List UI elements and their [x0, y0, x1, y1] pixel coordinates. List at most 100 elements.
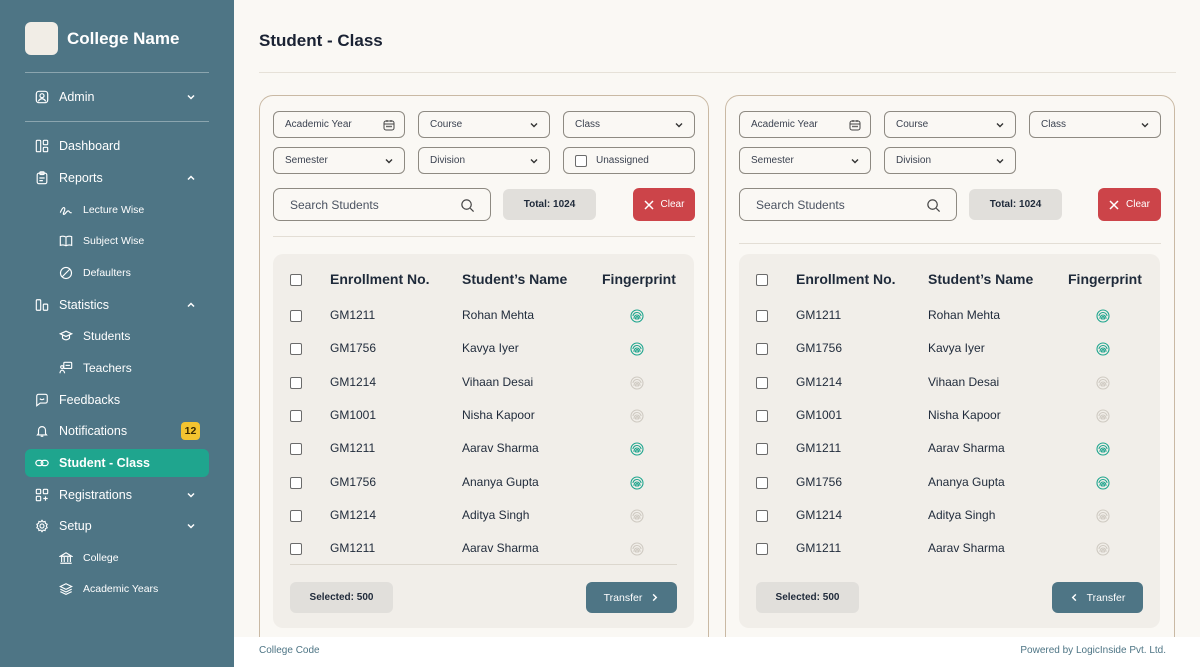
sidebar-item-college[interactable]: College: [25, 544, 209, 572]
course-label: Course: [430, 119, 463, 130]
sidebar-item-feedbacks[interactable]: Feedbacks: [25, 386, 209, 414]
clear-button[interactable]: Clear: [633, 188, 695, 221]
dashboard-icon: [35, 139, 49, 153]
unassigned-toggle[interactable]: Unassigned: [563, 147, 695, 174]
fingerprint-icon: [630, 542, 644, 556]
college-name: College Name: [67, 28, 180, 48]
academic-year-label: Academic Year: [285, 119, 352, 130]
row-checkbox[interactable]: [756, 343, 768, 356]
sidebar-item-label: Teachers: [83, 361, 132, 375]
transfer-left-button[interactable]: Transfer: [1052, 582, 1143, 613]
admin-menu[interactable]: Admin: [25, 83, 209, 111]
select-all-checkbox[interactable]: [290, 274, 302, 286]
search-input[interactable]: Search Students: [273, 188, 491, 221]
sidebar-item-label: Academic Years: [83, 583, 159, 595]
sidebar-item-defaulters[interactable]: Defaulters: [25, 259, 209, 287]
name-header: Student’s Name: [462, 271, 568, 287]
course-label: Course: [896, 119, 929, 130]
sidebar-item-dashboard[interactable]: Dashboard: [25, 132, 209, 160]
row-checkbox[interactable]: [290, 476, 302, 489]
row-checkbox[interactable]: [756, 476, 768, 489]
course-select[interactable]: Course: [418, 111, 550, 138]
layers-icon: [59, 582, 73, 596]
chevron-up-icon: [187, 302, 195, 308]
sidebar-item-registrations[interactable]: Registrations: [25, 481, 209, 509]
division-select[interactable]: Division: [418, 147, 550, 174]
student-name-cell: Ananya Gupta: [928, 474, 1005, 489]
select-all-checkbox[interactable]: [756, 274, 768, 286]
sidebar-item-teachers[interactable]: Teachers: [25, 354, 209, 382]
row-checkbox[interactable]: [290, 443, 302, 456]
sidebar-item-lecture-wise[interactable]: Lecture Wise: [25, 196, 209, 224]
class-label: Class: [1041, 119, 1067, 130]
student-name-cell: Aarav Sharma: [462, 541, 539, 556]
sidebar-item-academic-years[interactable]: Academic Years: [25, 575, 209, 603]
clipboard-icon: [35, 171, 49, 185]
transfer-right-button[interactable]: Transfer: [586, 582, 677, 613]
enrollment-header: Enrollment No.: [330, 271, 430, 287]
college-code-link[interactable]: College Code: [259, 645, 320, 656]
ban-icon: [59, 266, 73, 280]
chevron-down-icon: [996, 159, 1004, 164]
sidebar-item-label: College: [83, 552, 119, 564]
sidebar-item-statistics[interactable]: Statistics: [25, 291, 209, 319]
row-checkbox[interactable]: [290, 343, 302, 356]
class-select[interactable]: Class: [1029, 111, 1161, 138]
footer: College Code Powered by LogicInside Pvt.…: [234, 637, 1200, 667]
sidebar-item-students[interactable]: Students: [25, 322, 209, 350]
fingerprint-icon: [1096, 409, 1110, 423]
panel-divider: [273, 236, 695, 237]
student-name-cell: Vihaan Desai: [928, 374, 1000, 389]
semester-select[interactable]: Semester: [273, 147, 405, 174]
academic-year-select[interactable]: Academic Year: [273, 111, 405, 138]
row-checkbox[interactable]: [756, 443, 768, 456]
search-input[interactable]: Search Students: [739, 188, 957, 221]
transfer-label: Transfer: [1086, 591, 1126, 604]
clear-label: Clear: [1126, 199, 1150, 210]
powered-by-text: Powered by LogicInside Pvt. Ltd.: [1020, 645, 1166, 656]
row-checkbox[interactable]: [290, 310, 302, 322]
row-checkbox[interactable]: [756, 310, 768, 322]
enrollment-cell: GM1211: [330, 541, 376, 556]
panel-divider: [739, 243, 1161, 244]
row-checkbox[interactable]: [756, 376, 768, 389]
row-checkbox[interactable]: [756, 509, 768, 522]
enrollment-cell: GM1001: [330, 407, 377, 422]
search-icon: [927, 199, 941, 213]
presentation-icon: [59, 361, 73, 375]
row-checkbox[interactable]: [290, 409, 302, 422]
row-checkbox[interactable]: [756, 409, 768, 422]
course-select[interactable]: Course: [884, 111, 1016, 138]
row-checkbox[interactable]: [756, 543, 768, 556]
sidebar-item-notifications[interactable]: Notifications 12: [25, 417, 209, 445]
class-select[interactable]: Class: [563, 111, 695, 138]
semester-select[interactable]: Semester: [739, 147, 871, 174]
transfer-label: Transfer: [603, 591, 643, 604]
sidebar-item-subject-wise[interactable]: Subject Wise: [25, 227, 209, 255]
clear-button[interactable]: Clear: [1098, 188, 1161, 221]
unassigned-checkbox[interactable]: [575, 154, 587, 167]
division-label: Division: [430, 155, 466, 166]
sidebar-item-setup[interactable]: Setup: [25, 512, 209, 540]
fingerprint-icon: [1096, 376, 1110, 390]
chevron-down-icon: [187, 523, 195, 529]
enrollment-cell: GM1211: [796, 441, 842, 456]
sidebar-item-student-class[interactable]: Student - Class: [25, 449, 209, 477]
unassigned-label: Unassigned: [596, 155, 649, 166]
sidebar-item-label: Students: [83, 329, 131, 343]
user-icon: [35, 90, 49, 104]
row-checkbox[interactable]: [290, 543, 302, 556]
row-checkbox[interactable]: [290, 509, 302, 522]
total-count-badge: Total: 1024: [969, 189, 1062, 220]
academic-year-select[interactable]: Academic Year: [739, 111, 871, 138]
enrollment-cell: GM1211: [796, 308, 842, 322]
sidebar: College Name Admin Dashboard Reports Lec…: [0, 0, 234, 667]
fingerprint-icon: [630, 376, 644, 390]
row-checkbox[interactable]: [290, 376, 302, 389]
chevron-down-icon: [675, 123, 683, 128]
enrollment-cell: GM1756: [796, 474, 843, 489]
fingerprint-icon: [1096, 509, 1110, 523]
division-select[interactable]: Division: [884, 147, 1016, 174]
fingerprint-icon: [630, 475, 644, 490]
sidebar-item-reports[interactable]: Reports: [25, 164, 209, 192]
